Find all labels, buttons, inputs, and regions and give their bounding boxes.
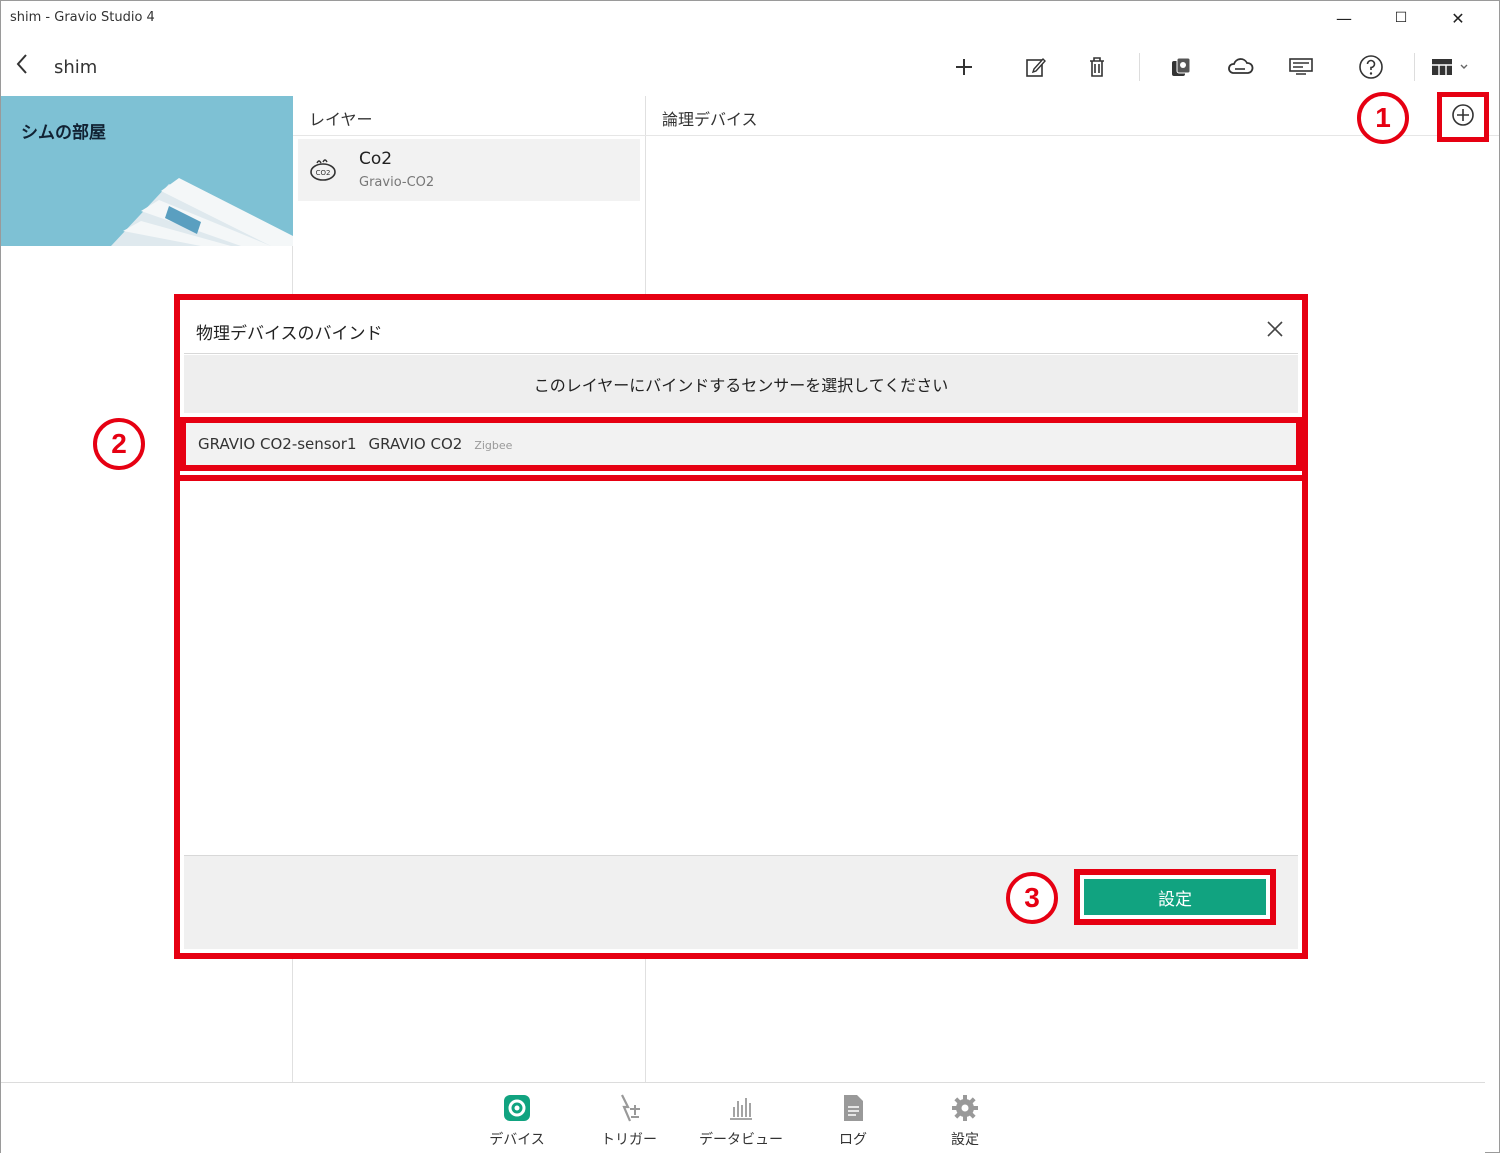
nav-devices[interactable]: デバイス xyxy=(472,1091,562,1151)
room-name: シムの部屋 xyxy=(21,123,106,143)
delete-icon[interactable] xyxy=(1080,51,1114,83)
dialog-header: 物理デバイスのバインド xyxy=(184,304,1298,354)
trigger-icon xyxy=(584,1091,674,1125)
dialog-prompt: このレイヤーにバインドするセンサーを選択してください xyxy=(184,355,1298,413)
device-icon[interactable] xyxy=(1164,51,1198,83)
breadcrumb: shim xyxy=(54,57,98,78)
nav-settings[interactable]: 設定 xyxy=(920,1091,1010,1151)
edit-icon[interactable] xyxy=(1019,51,1053,83)
add-logical-device-button[interactable] xyxy=(1437,92,1489,142)
sensor-list-item[interactable]: GRAVIO CO2-sensor1 GRAVIO CO2 Zigbee xyxy=(180,417,1302,471)
nav-log[interactable]: ログ xyxy=(808,1091,898,1151)
room-tile[interactable]: シムの部屋 xyxy=(1,96,293,246)
nav-label: ログ xyxy=(839,1132,867,1148)
annotation-number-2: 2 xyxy=(93,418,145,470)
annotation-number-1: 1 xyxy=(1357,92,1409,144)
plus-circle-icon xyxy=(1451,103,1475,131)
window-title: shim - Gravio Studio 4 xyxy=(10,10,155,25)
minimize-button[interactable]: — xyxy=(1324,5,1364,31)
help-icon[interactable] xyxy=(1354,51,1388,83)
layer-name: Co2 xyxy=(359,149,393,169)
document-icon xyxy=(808,1091,898,1125)
toolbar-separator xyxy=(1139,53,1140,81)
device-gear-icon xyxy=(472,1091,562,1125)
layer-type: Gravio-CO2 xyxy=(359,175,435,190)
gear-icon xyxy=(920,1091,1010,1125)
layer-item[interactable]: CO2 Co2 Gravio-CO2 xyxy=(298,139,640,201)
bind-device-dialog: 物理デバイスのバインド このレイヤーにバインドするセンサーを選択してください G… xyxy=(174,294,1308,959)
annotation-number-3: 3 xyxy=(1006,872,1058,924)
nav-label: トリガー xyxy=(601,1132,657,1148)
nav-label: デバイス xyxy=(489,1132,545,1148)
bar-chart-icon xyxy=(696,1091,786,1125)
list-icon[interactable] xyxy=(1284,51,1318,83)
bottom-nav: デバイス トリガー データビューア ログ 設定 xyxy=(1,1082,1485,1153)
layout-icon[interactable] xyxy=(1427,51,1475,83)
sensor-list-area xyxy=(180,475,1302,855)
close-button[interactable]: ✕ xyxy=(1438,5,1478,31)
sensor-model: GRAVIO CO2 xyxy=(368,435,463,453)
title-bar: shim - Gravio Studio 4 — ☐ ✕ xyxy=(1,1,1499,35)
cloud-icon[interactable] xyxy=(1223,51,1257,83)
nav-label: データビューア xyxy=(699,1132,783,1153)
nav-triggers[interactable]: トリガー xyxy=(584,1091,674,1151)
dialog-title: 物理デバイスのバインド xyxy=(196,324,383,344)
back-chevron-icon[interactable] xyxy=(15,53,29,81)
toolbar-separator xyxy=(1414,53,1415,81)
layer-header: レイヤー xyxy=(293,96,646,136)
svg-text:CO2: CO2 xyxy=(316,169,331,177)
nav-label: 設定 xyxy=(951,1132,979,1148)
add-icon[interactable] xyxy=(947,51,981,83)
sensor-protocol: Zigbee xyxy=(474,439,513,452)
toolbar: shim xyxy=(1,41,1499,93)
maximize-button[interactable]: ☐ xyxy=(1381,5,1421,31)
nav-data-viewer[interactable]: データビューア xyxy=(696,1091,786,1153)
dialog-close-button[interactable] xyxy=(1260,314,1290,344)
sensor-name: GRAVIO CO2-sensor1 xyxy=(198,435,357,453)
co2-sensor-icon: CO2 xyxy=(308,157,338,187)
apply-button[interactable]: 設定 xyxy=(1084,879,1266,915)
close-icon xyxy=(1267,321,1283,337)
apply-button-frame: 設定 xyxy=(1074,869,1276,925)
